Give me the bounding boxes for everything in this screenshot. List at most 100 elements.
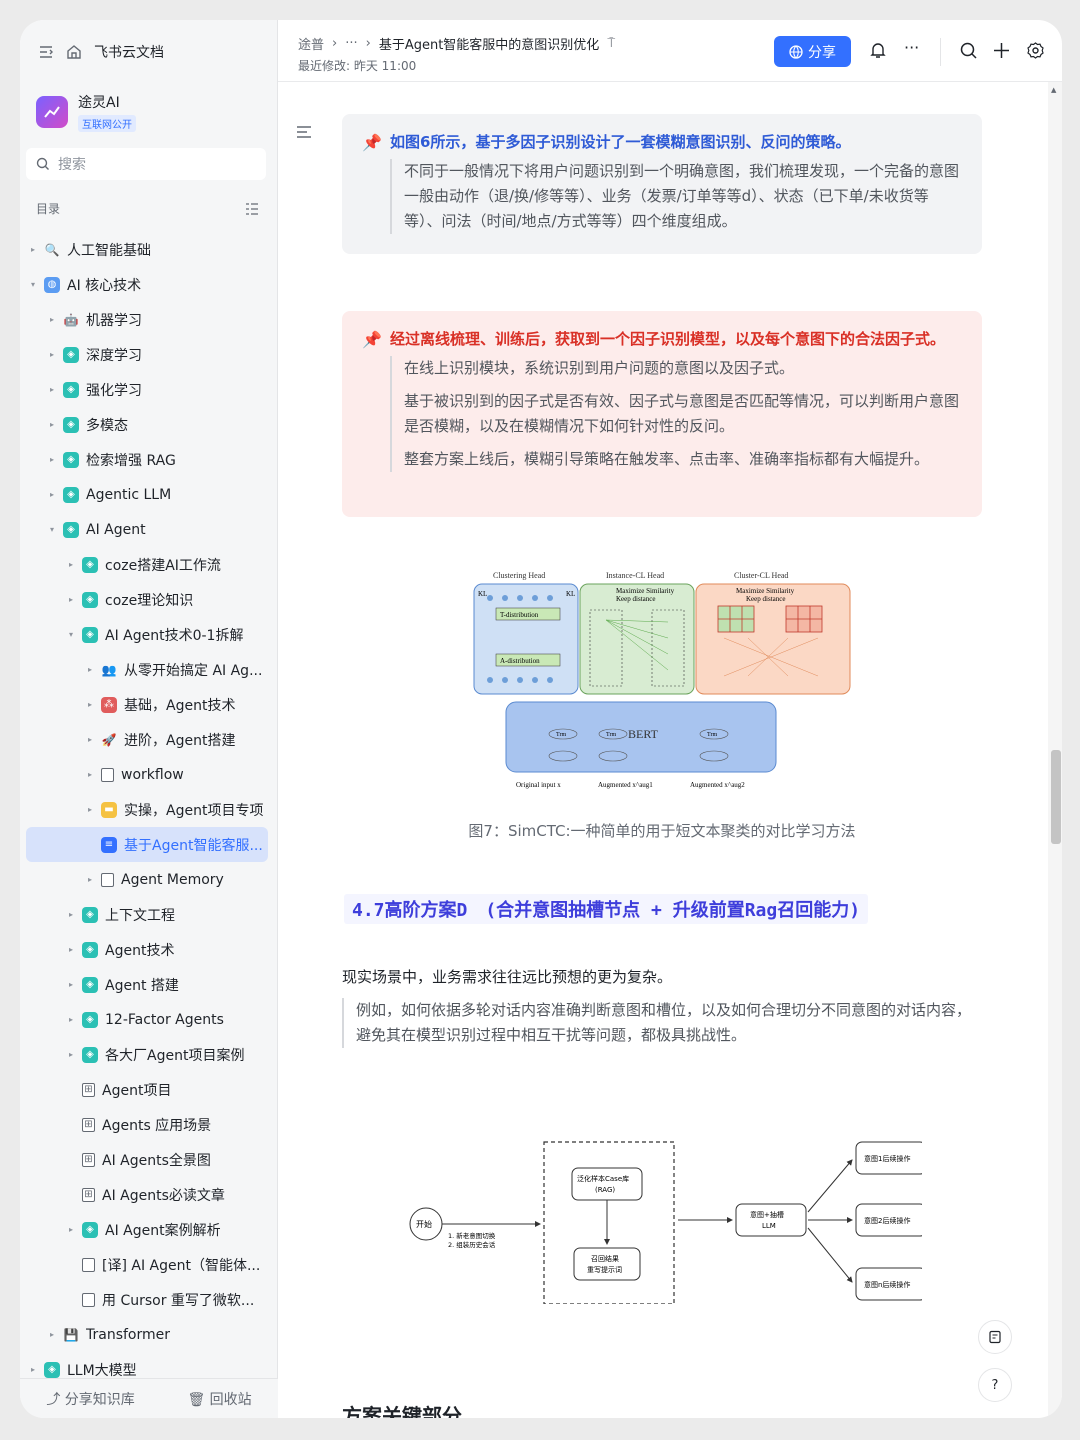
tree-item[interactable]: [译] AI Agent（智能体... (26, 1247, 268, 1282)
workspace-header[interactable]: 途灵AI 互联网公开 (36, 92, 136, 132)
breadcrumb-item-current[interactable]: 基于Agent智能客服中的意图识别优化 (379, 34, 599, 53)
caret-right-icon[interactable]: ▸ (83, 665, 97, 674)
caret-right-icon[interactable]: ▸ (83, 805, 97, 814)
caret-right-icon[interactable]: ▸ (83, 770, 97, 779)
share-library-button[interactable]: ⤴ 分享知识库 (46, 1389, 134, 1409)
gear-icon[interactable] (1027, 42, 1044, 63)
tree-item[interactable]: ⊞ Agent项目 (26, 1072, 268, 1107)
tree-item[interactable]: ▾ ◈ AI Agent技术0-1拆解 (26, 617, 268, 652)
figure-label: Trm (707, 732, 717, 738)
caret-right-icon[interactable]: ▸ (45, 385, 59, 394)
caret-right-icon[interactable]: ▸ (45, 420, 59, 429)
figure-label: T-distribution (500, 611, 539, 619)
tree-item[interactable]: ▸ ◈ 各大厂Agent项目案例 (26, 1037, 268, 1072)
more-icon[interactable]: ··· (904, 38, 919, 57)
tree-item[interactable]: ▸ ◈ coze搭建AI工作流 (26, 547, 268, 582)
recall-node (573, 1247, 641, 1281)
caret-down-icon[interactable]: ▾ (26, 280, 40, 289)
tree-item[interactable]: ▸ 💾 Transformer (26, 1317, 268, 1352)
caret-right-icon[interactable]: ▸ (64, 560, 78, 569)
trash-button[interactable]: 🗑 回收站 (187, 1389, 251, 1409)
sidebar-footer: ⤴ 分享知识库 🗑 回收站 (20, 1378, 278, 1418)
tree-item[interactable]: ▸ ◈ AI Agent案例解析 (26, 1212, 268, 1247)
tree-item[interactable]: ▸ ◈ coze理论知识 (26, 582, 268, 617)
caret-right-icon[interactable]: ▸ (64, 910, 78, 919)
tree-item[interactable]: ⊞ Agents 应用场景 (26, 1107, 268, 1142)
scrollbar[interactable]: ▲ (1048, 82, 1062, 1418)
breadcrumb-item-more[interactable]: ··· (345, 36, 357, 51)
callout-paragraph: 在线上识别模块，系统识别到用户问题的意图以及因子式。 (404, 359, 795, 377)
figure-label: Keep distance (746, 595, 785, 603)
caret-right-icon[interactable]: ▸ (64, 595, 78, 604)
caret-right-icon[interactable]: ▸ (64, 980, 78, 989)
tree-item-label: 基于Agent智能客服... (124, 837, 263, 854)
caret-down-icon[interactable]: ▾ (64, 630, 78, 639)
tree-item-label: 基础，Agent技术 (124, 697, 236, 714)
caret-right-icon[interactable]: ▸ (45, 490, 59, 499)
home-icon[interactable] (66, 44, 82, 60)
caret-down-icon[interactable]: ▾ (45, 525, 59, 534)
tree-item[interactable]: ▾ ◈ AI Agent (26, 512, 268, 547)
intent-flow-diagram[interactable]: 开始 1. 新老意图切换 2. 组装历史会话 泛化样本Case库 (RAG) 召… (402, 1120, 922, 1304)
toc-list-icon[interactable] (244, 200, 260, 217)
caret-right-icon[interactable]: ▸ (64, 945, 78, 954)
caret-right-icon[interactable]: ▸ (45, 455, 59, 464)
figure-label: Maximize Similarity (616, 587, 675, 595)
tree-item[interactable]: ▸ ◈ 检索增强 RAG (26, 442, 268, 477)
caret-right-icon[interactable]: ▸ (83, 875, 97, 884)
caret-right-icon[interactable]: ▸ (26, 1365, 40, 1374)
caret-right-icon[interactable]: ▸ (64, 1050, 78, 1059)
tree-item-label: 进阶，Agent搭建 (124, 732, 236, 749)
caret-right-icon[interactable]: ▸ (64, 1225, 78, 1234)
app-name[interactable]: 飞书云文档 (94, 42, 164, 62)
scroll-up-icon[interactable]: ▲ (1051, 86, 1056, 94)
pin-icon[interactable]: ⍑ (607, 36, 615, 51)
tree-item[interactable]: ≡ 基于Agent智能客服... (26, 827, 268, 862)
tree-item[interactable]: ⊞ AI Agents全景图 (26, 1142, 268, 1177)
doc-icon (82, 1257, 95, 1272)
tree-item[interactable]: ▸ ◈ Agentic LLM (26, 477, 268, 512)
callout-strategy: 📌 如图6所示，基于多因子识别设计了一套模糊意图识别、反问的策略。 不同于一般情… (342, 114, 982, 254)
tree-item[interactable]: ▸ 🚀 进阶，Agent搭建 (26, 722, 268, 757)
tree-item[interactable]: ▸ ◈ Agent技术 (26, 932, 268, 967)
tree-item[interactable]: ▸ workflow (26, 757, 268, 792)
tree-item[interactable]: ▸ ◈ 上下文工程 (26, 897, 268, 932)
outline-toggle-icon[interactable] (296, 124, 312, 143)
tree-item[interactable]: ▸ Agent Memory (26, 862, 268, 897)
tree-item[interactable]: ▸ ⁂ 基础，Agent技术 (26, 687, 268, 722)
bell-icon[interactable] (870, 42, 886, 63)
diagram-label: 召回结果 (591, 1254, 619, 1263)
tree-item[interactable]: ▸ 👥 从零开始搞定 AI Ag... (26, 652, 268, 687)
search-icon[interactable] (960, 42, 977, 63)
tree-item[interactable]: ▸ ▬ 实操，Agent项目专项 (26, 792, 268, 827)
tree-item[interactable]: ▸ 🤖 机器学习 (26, 302, 268, 337)
plus-icon[interactable] (993, 42, 1010, 63)
caret-right-icon[interactable]: ▸ (45, 1330, 59, 1339)
search-input[interactable]: 搜索 (26, 148, 266, 180)
caret-right-icon[interactable]: ▸ (26, 245, 40, 254)
breadcrumb-item-root[interactable]: 途普 (298, 34, 324, 53)
collapse-sidebar-icon[interactable] (38, 44, 54, 60)
share-button[interactable]: 分享 (774, 36, 851, 67)
help-float-button[interactable]: ? (978, 1368, 1012, 1402)
tree-item-label: 多模态 (86, 417, 128, 434)
tree-item[interactable]: ▸ ◈ 12-Factor Agents (26, 1002, 268, 1037)
tree-item[interactable]: ▾ ◍ AI 核心技术 (26, 267, 268, 302)
figure-label: Augmented x^aug1 (598, 781, 653, 789)
caret-right-icon[interactable]: ▸ (64, 1015, 78, 1024)
tree-item-label: Agent技术 (105, 942, 175, 959)
tree-item[interactable]: 用 Cursor 重写了微软... (26, 1282, 268, 1317)
caret-right-icon[interactable]: ▸ (83, 700, 97, 709)
tree-item[interactable]: ▸ ◈ 深度学习 (26, 337, 268, 372)
tree-item[interactable]: ▸ 🔍 人工智能基础 (26, 232, 268, 267)
tree-item[interactable]: ▸ ◈ 多模态 (26, 407, 268, 442)
simctc-architecture-figure[interactable]: Clustering Head Instance-CL Head Cluster… (468, 568, 858, 790)
tree-item[interactable]: ▸ ◈ Agent 搭建 (26, 967, 268, 1002)
caret-right-icon[interactable]: ▸ (45, 315, 59, 324)
tree-item[interactable]: ⊞ AI Agents必读文章 (26, 1177, 268, 1212)
tree-item[interactable]: ▸ ◈ 强化学习 (26, 372, 268, 407)
caret-right-icon[interactable]: ▸ (45, 350, 59, 359)
comment-float-button[interactable] (978, 1320, 1012, 1354)
caret-right-icon[interactable]: ▸ (83, 735, 97, 744)
scrollbar-thumb[interactable] (1051, 750, 1061, 844)
